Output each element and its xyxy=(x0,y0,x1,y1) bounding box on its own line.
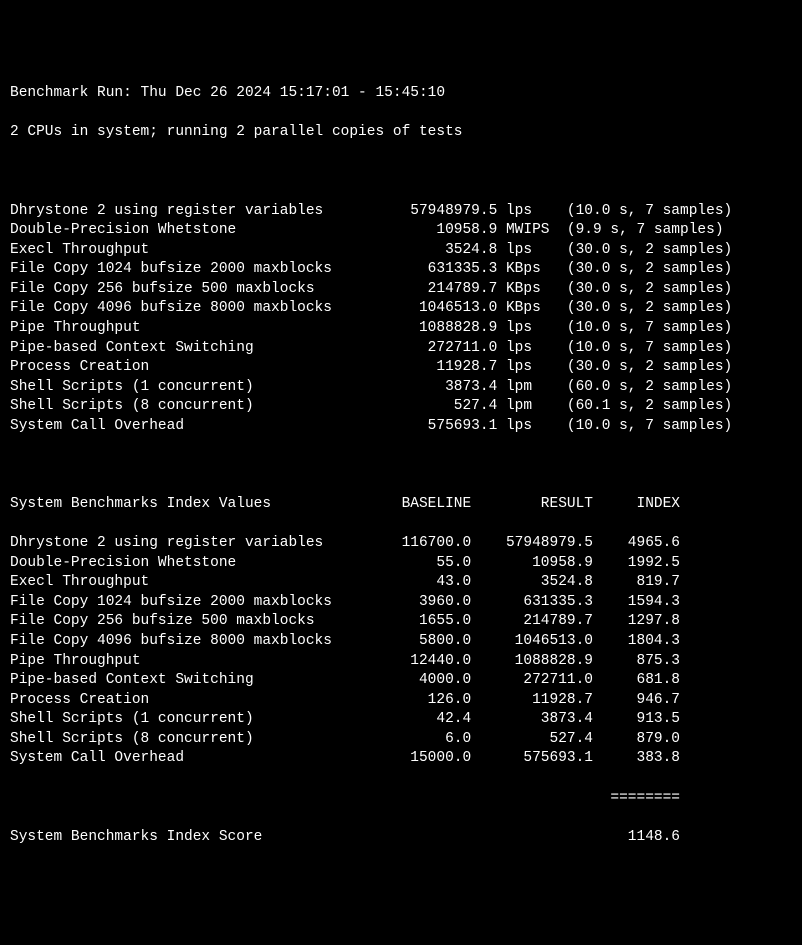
index-row: Pipe Throughput 12440.0 1088828.9 875.3 xyxy=(10,652,792,672)
test-row: Execl Throughput 3524.8 lps (30.0 s, 2 s… xyxy=(10,241,792,261)
index-row: System Call Overhead 15000.0 575693.1 38… xyxy=(10,749,792,769)
index-header-row: System Benchmarks Index Values BASELINE … xyxy=(10,495,792,515)
test-results-section: Dhrystone 2 using register variables 579… xyxy=(10,202,792,437)
index-values-section: Dhrystone 2 using register variables 116… xyxy=(10,534,792,769)
test-row: Pipe Throughput 1088828.9 lps (10.0 s, 7… xyxy=(10,319,792,339)
blank-line xyxy=(10,456,792,476)
index-row: Execl Throughput 43.0 3524.8 819.7 xyxy=(10,573,792,593)
benchmark-run-header: Benchmark Run: Thu Dec 26 2024 15:17:01 … xyxy=(10,84,792,104)
test-row: Shell Scripts (1 concurrent) 3873.4 lpm … xyxy=(10,378,792,398)
test-row: File Copy 256 bufsize 500 maxblocks 2147… xyxy=(10,280,792,300)
index-row: Process Creation 126.0 11928.7 946.7 xyxy=(10,691,792,711)
test-row: System Call Overhead 575693.1 lps (10.0 … xyxy=(10,417,792,437)
index-row: Dhrystone 2 using register variables 116… xyxy=(10,534,792,554)
index-row: Double-Precision Whetstone 55.0 10958.9 … xyxy=(10,554,792,574)
test-row: File Copy 4096 bufsize 8000 maxblocks 10… xyxy=(10,299,792,319)
index-row: File Copy 1024 bufsize 2000 maxblocks 39… xyxy=(10,593,792,613)
blank-line xyxy=(10,163,792,183)
test-row: Dhrystone 2 using register variables 579… xyxy=(10,202,792,222)
test-row: Process Creation 11928.7 lps (30.0 s, 2 … xyxy=(10,358,792,378)
index-row: File Copy 256 bufsize 500 maxblocks 1655… xyxy=(10,612,792,632)
cpu-info: 2 CPUs in system; running 2 parallel cop… xyxy=(10,123,792,143)
test-row: Double-Precision Whetstone 10958.9 MWIPS… xyxy=(10,221,792,241)
test-row: Pipe-based Context Switching 272711.0 lp… xyxy=(10,339,792,359)
test-row: File Copy 1024 bufsize 2000 maxblocks 63… xyxy=(10,260,792,280)
index-score: System Benchmarks Index Score 1148.6 xyxy=(10,828,792,848)
test-row: Shell Scripts (8 concurrent) 527.4 lpm (… xyxy=(10,397,792,417)
index-row: Pipe-based Context Switching 4000.0 2727… xyxy=(10,671,792,691)
index-row: Shell Scripts (8 concurrent) 6.0 527.4 8… xyxy=(10,730,792,750)
index-row: Shell Scripts (1 concurrent) 42.4 3873.4… xyxy=(10,710,792,730)
separator-line: ======== xyxy=(10,789,792,809)
